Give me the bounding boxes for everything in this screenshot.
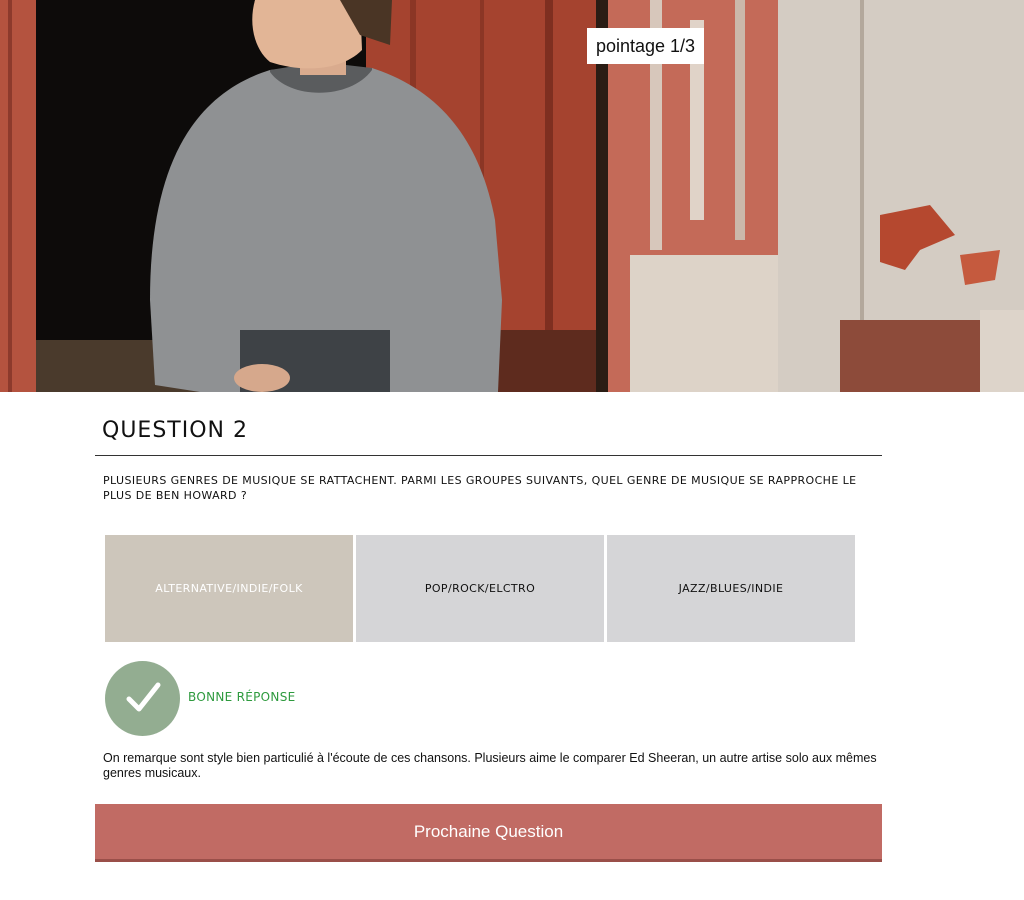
answer-option-pop-rock-elctro[interactable]: POP/ROCK/ELCTRO	[356, 535, 604, 642]
answer-option-alternative-indie-folk[interactable]: ALTERNATIVE/INDIE/FOLK	[105, 535, 353, 642]
check-icon	[105, 660, 180, 736]
next-question-button[interactable]: Prochaine Question	[95, 804, 882, 862]
hero-photo-illustration	[0, 0, 1024, 392]
answer-explanation: On remarque sont style bien particulié à…	[103, 751, 877, 780]
score-badge: pointage 1/3	[587, 28, 704, 64]
question-text: PLUSIEURS GENRES DE MUSIQUE SE RATTACHEN…	[103, 474, 857, 502]
question-panel: QUESTION 2 PLUSIEURS GENRES DE MUSIQUE S…	[0, 392, 1024, 900]
feedback-label: BONNE RÉPONSE	[188, 690, 296, 704]
answer-options: ALTERNATIVE/INDIE/FOLK POP/ROCK/ELCTRO J…	[105, 535, 855, 642]
answer-option-jazz-blues-indie[interactable]: JAZZ/BLUES/INDIE	[607, 535, 855, 642]
title-divider	[95, 455, 882, 456]
question-title: QUESTION 2	[102, 418, 248, 443]
hero-photo: pointage 1/3	[0, 0, 1024, 392]
answer-feedback: BONNE RÉPONSE	[105, 660, 296, 736]
